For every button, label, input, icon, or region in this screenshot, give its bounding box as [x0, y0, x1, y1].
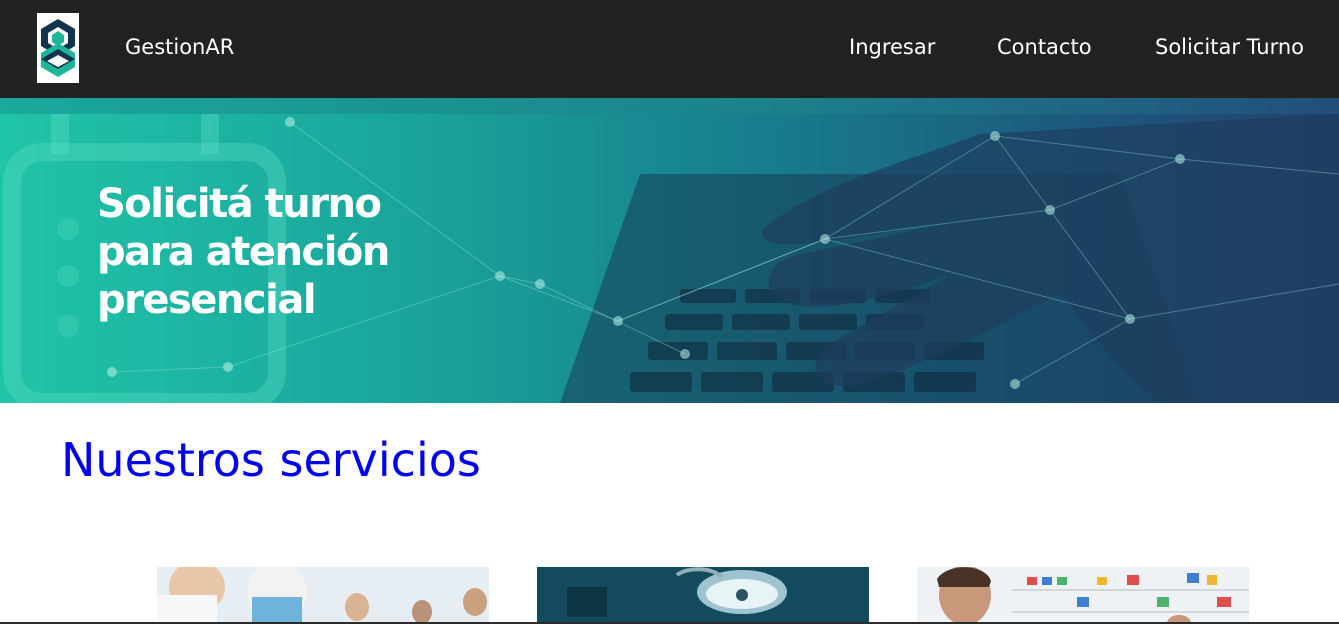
nav-link-solicitar-turno[interactable]: Solicitar Turno: [1155, 33, 1304, 61]
service-card-pharmacy[interactable]: [917, 567, 1249, 624]
banner-headline: Solicitá turno para atención presencial: [97, 180, 417, 324]
banner-headline-line-3: presencial: [97, 277, 317, 323]
service-card-medical-team[interactable]: [157, 567, 489, 624]
service-card-surgery[interactable]: [537, 567, 869, 624]
hero-banner: Solicitá turno para atención presencial: [0, 114, 1339, 403]
brand-name[interactable]: GestionAR: [125, 33, 234, 61]
surgical-light-image: [537, 567, 869, 624]
banner-headline-line-1: Solicitá turno: [97, 181, 382, 227]
navbar: GestionAR Ingresar Contacto Solicitar Tu…: [0, 0, 1339, 98]
pharmacy-image: [917, 567, 1249, 624]
nav-link-contacto[interactable]: Contacto: [997, 33, 1092, 61]
medical-team-image: [157, 567, 489, 624]
banner-headline-line-2: para atención: [97, 229, 390, 275]
nav-link-ingresar[interactable]: Ingresar: [849, 33, 935, 61]
logo-icon: [37, 13, 79, 83]
services-title: Nuestros servicios: [61, 433, 481, 487]
logo[interactable]: [37, 13, 79, 83]
banner-top-strip: [0, 98, 1339, 114]
